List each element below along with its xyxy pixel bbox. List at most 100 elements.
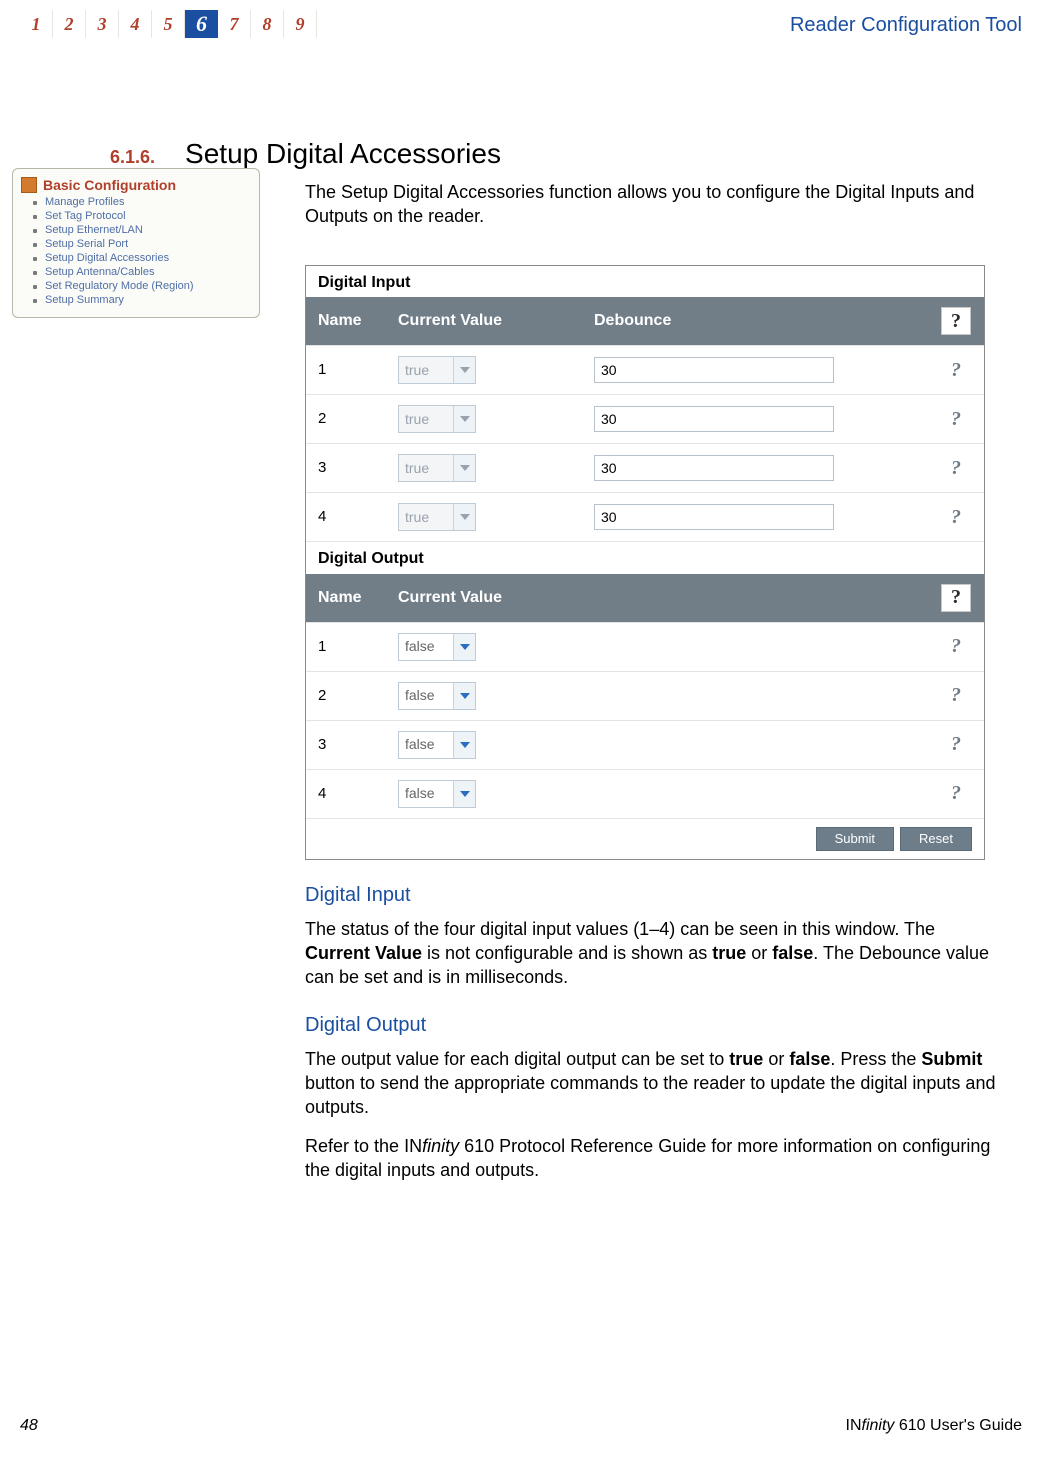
help-icon[interactable]: ? (951, 406, 961, 433)
reset-button[interactable]: Reset (900, 827, 972, 851)
sidebar-item-setup-ethernet[interactable]: Setup Ethernet/LAN (19, 223, 253, 237)
digital-input-row: 3 true ? (306, 443, 984, 492)
help-icon[interactable]: ? (941, 307, 971, 335)
tab-1[interactable]: 1 (20, 10, 53, 38)
current-value-dropdown: true (398, 503, 476, 531)
col-header-current-value: Current Value (386, 297, 582, 345)
submit-button[interactable]: Submit (816, 827, 894, 851)
help-icon[interactable]: ? (951, 633, 961, 660)
row-name: 1 (306, 346, 386, 394)
tab-2[interactable]: 2 (53, 10, 86, 38)
reference-paragraph: Refer to the INfinity 610 Protocol Refer… (305, 1134, 1005, 1183)
chevron-down-icon (453, 683, 475, 709)
page-number: 48 (20, 1417, 38, 1435)
row-name: 2 (306, 395, 386, 443)
tab-7[interactable]: 7 (218, 10, 251, 38)
section-heading: 6.1.6. Setup Digital Accessories (20, 138, 1022, 170)
chevron-down-icon (453, 634, 475, 660)
dropdown-value: false (399, 686, 453, 705)
row-name: 2 (306, 672, 386, 720)
sidebar-item-set-regulatory-mode[interactable]: Set Regulatory Mode (Region) (19, 279, 253, 293)
section-number: 6.1.6. (110, 147, 155, 168)
col-header-name: Name (306, 297, 386, 345)
debounce-input[interactable] (594, 455, 834, 481)
chevron-down-icon (453, 732, 475, 758)
sidebar-item-set-tag-protocol[interactable]: Set Tag Protocol (19, 209, 253, 223)
digital-input-row: 4 true ? (306, 492, 984, 541)
digital-output-row: 1 false ? (306, 622, 984, 671)
sidebar-item-setup-serial[interactable]: Setup Serial Port (19, 237, 253, 251)
tab-4[interactable]: 4 (119, 10, 152, 38)
chevron-down-icon (453, 357, 475, 383)
dropdown-value: true (399, 459, 453, 478)
col-header-name: Name (306, 574, 386, 622)
digital-input-row: 2 true ? (306, 394, 984, 443)
output-value-dropdown[interactable]: false (398, 633, 476, 661)
digital-output-row: 4 false ? (306, 769, 984, 818)
digital-output-label: Digital Output (306, 541, 984, 574)
tab-9[interactable]: 9 (284, 10, 317, 38)
help-icon[interactable]: ? (951, 731, 961, 758)
tab-8[interactable]: 8 (251, 10, 284, 38)
current-value-dropdown: true (398, 356, 476, 384)
debounce-input[interactable] (594, 406, 834, 432)
debounce-input[interactable] (594, 504, 834, 530)
subheading-digital-output: Digital Output (305, 1012, 1022, 1039)
help-icon[interactable]: ? (951, 682, 961, 709)
digital-input-row: 1 true ? (306, 345, 984, 394)
help-icon[interactable]: ? (951, 504, 961, 531)
help-icon[interactable]: ? (951, 780, 961, 807)
dropdown-value: true (399, 361, 453, 380)
help-icon[interactable]: ? (941, 584, 971, 612)
col-header-help: ? (928, 297, 984, 345)
sidebar-item-setup-digital-accessories[interactable]: Setup Digital Accessories (19, 251, 253, 265)
digital-output-row: 2 false ? (306, 671, 984, 720)
dropdown-value: true (399, 508, 453, 527)
sidebar-item-manage-profiles[interactable]: Manage Profiles (19, 195, 253, 209)
chevron-down-icon (453, 781, 475, 807)
output-value-dropdown[interactable]: false (398, 780, 476, 808)
digital-accessories-panel: Digital Input Name Current Value Debounc… (305, 265, 985, 860)
digital-input-header-row: Name Current Value Debounce ? (306, 297, 984, 345)
sidebar-item-setup-summary[interactable]: Setup Summary (19, 293, 253, 307)
col-header-help: ? (928, 574, 984, 622)
chapter-tabs-bar: 1 2 3 4 5 6 7 8 9 Reader Configuration T… (20, 10, 1022, 46)
page-header-title: Reader Configuration Tool (790, 14, 1022, 37)
intro-paragraph: The Setup Digital Accessories function a… (305, 180, 1022, 229)
row-name: 4 (306, 493, 386, 541)
chevron-down-icon (453, 504, 475, 530)
tab-6[interactable]: 6 (185, 10, 218, 38)
digital-output-header-row: Name Current Value ? (306, 574, 984, 622)
digital-output-paragraph: The output value for each digital output… (305, 1047, 1005, 1120)
col-header-current-value: Current Value (386, 574, 928, 622)
sidebar-item-setup-antenna[interactable]: Setup Antenna/Cables (19, 265, 253, 279)
footer-doc-title: INfinity 610 User's Guide (846, 1417, 1022, 1435)
help-icon[interactable]: ? (951, 455, 961, 482)
panel-footer: Submit Reset (306, 818, 984, 859)
toolbox-icon (21, 177, 37, 193)
tab-5[interactable]: 5 (152, 10, 185, 38)
debounce-input[interactable] (594, 357, 834, 383)
dropdown-value: true (399, 410, 453, 429)
col-header-debounce: Debounce (582, 297, 928, 345)
digital-input-label: Digital Input (306, 266, 984, 298)
digital-input-paragraph: The status of the four digital input val… (305, 917, 1005, 990)
sidebar-basic-config: Basic Configuration Manage Profiles Set … (12, 168, 260, 318)
page-footer: 48 INfinity 610 User's Guide (20, 1417, 1022, 1435)
output-value-dropdown[interactable]: false (398, 731, 476, 759)
digital-output-row: 3 false ? (306, 720, 984, 769)
row-name: 4 (306, 770, 386, 818)
subheading-digital-input: Digital Input (305, 882, 1022, 909)
current-value-dropdown: true (398, 405, 476, 433)
chevron-down-icon (453, 406, 475, 432)
current-value-dropdown: true (398, 454, 476, 482)
dropdown-value: false (399, 735, 453, 754)
output-value-dropdown[interactable]: false (398, 682, 476, 710)
section-title: Setup Digital Accessories (185, 138, 501, 170)
dropdown-value: false (399, 637, 453, 656)
tab-3[interactable]: 3 (86, 10, 119, 38)
chevron-down-icon (453, 455, 475, 481)
row-name: 3 (306, 444, 386, 492)
row-name: 3 (306, 721, 386, 769)
help-icon[interactable]: ? (951, 357, 961, 384)
